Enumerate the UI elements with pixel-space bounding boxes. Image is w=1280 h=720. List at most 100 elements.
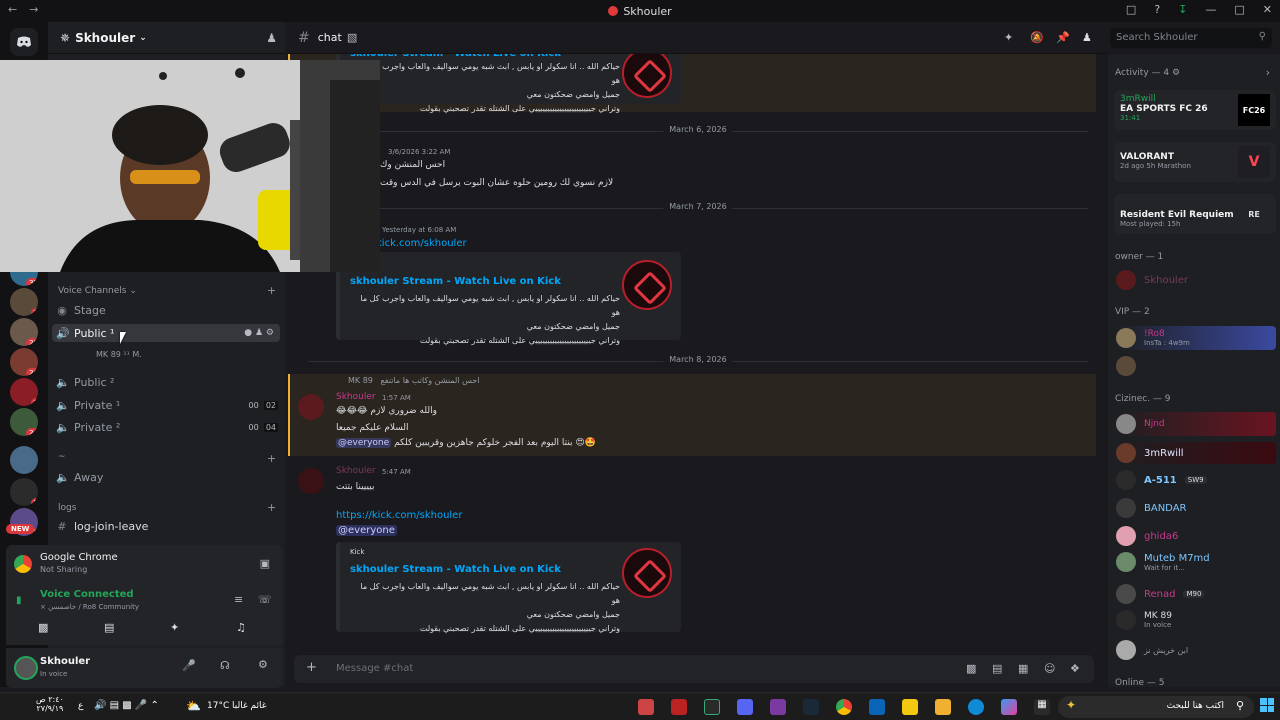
voice-location[interactable]: × خاصمسن / Ro8 Community [40, 603, 139, 611]
add-channel-icon[interactable]: + [267, 452, 276, 465]
member-item[interactable]: A-511 SW9 [1116, 470, 1276, 490]
headphones-icon[interactable]: ☊ [220, 659, 230, 672]
maximize-button[interactable]: □ [1234, 3, 1244, 16]
inbox-icon[interactable]: □ [1126, 3, 1136, 16]
member-item[interactable]: Muteb M7md Wait for it... [1116, 552, 1276, 572]
everyone-mention[interactable]: @everyone [336, 525, 397, 536]
back-arrow-icon[interactable]: ← [8, 3, 17, 16]
outlook-icon[interactable] [869, 699, 885, 715]
app-icon[interactable] [638, 699, 654, 715]
gift-icon[interactable]: ▩ [966, 662, 976, 675]
channel-log-join-leave[interactable]: # log-join-leave [56, 520, 148, 533]
weather-temp[interactable]: 17°C [207, 701, 229, 711]
reply-preview[interactable]: MK 89 احس المنشن وكاتب ها ماتنفع [348, 376, 480, 385]
soundboard-icon[interactable]: ♫ [236, 621, 246, 634]
voice-user[interactable]: MK 89 ¹¹ M. [96, 350, 142, 359]
apps-icon[interactable]: ❖ [1070, 662, 1080, 675]
discord-home-button[interactable] [10, 28, 38, 56]
sticker-icon[interactable]: ▦ [1018, 662, 1028, 675]
noise-suppression-icon[interactable]: ≡ [234, 593, 243, 606]
app-icon[interactable] [671, 699, 687, 715]
forward-arrow-icon[interactable]: → [29, 3, 38, 16]
member-item[interactable]: Njnd [1116, 412, 1276, 436]
add-channel-icon[interactable]: + [267, 284, 276, 297]
member-list-icon[interactable]: ♟ [1082, 31, 1092, 44]
username[interactable]: Skhouler [40, 656, 90, 667]
message-author[interactable]: Skhouler [336, 392, 376, 402]
misc-category[interactable]: ~ [58, 452, 66, 462]
mute-notifications-icon[interactable]: 🔕 [1030, 31, 1044, 44]
attach-plus-icon[interactable]: + [306, 660, 317, 675]
message-composer[interactable]: + Message #chat ▩ ▤ ▦ ☺ ❖ [294, 655, 1094, 683]
link-embed[interactable]: Kick skhouler Stream - Watch Live on Kic… [336, 542, 681, 633]
chrome-icon[interactable] [836, 699, 852, 715]
app-icon[interactable] [902, 699, 918, 715]
steam-icon[interactable] [803, 699, 819, 715]
app-icon[interactable] [704, 699, 720, 715]
clock[interactable]: ٢:٤٠ ص ٢٧/٩/١٩ [36, 695, 64, 713]
screen-share-icon[interactable]: ▤ [104, 621, 114, 634]
search-input[interactable]: Search Skhouler ⚲ [1110, 28, 1272, 48]
start-button[interactable] [1260, 698, 1274, 712]
copilot-icon[interactable] [1001, 699, 1017, 715]
member-item[interactable]: ghida6 [1116, 526, 1276, 546]
avatar[interactable] [298, 394, 324, 420]
edge-icon[interactable] [968, 699, 984, 715]
add-channel-icon[interactable]: + [267, 501, 276, 514]
embed-title[interactable]: skhouler Stream - Watch Live on Kick [350, 564, 561, 575]
embed-title[interactable]: skhouler Stream - Watch Live on Kick [350, 276, 561, 287]
server-icon[interactable]: 28 [10, 318, 38, 346]
channel-stage[interactable]: ◉ Stage [56, 304, 106, 317]
gif-icon[interactable]: ▤ [992, 662, 1002, 675]
channel-actions-icons[interactable]: ● ♟ ⚙ [244, 328, 274, 338]
file-explorer-icon[interactable] [935, 699, 951, 715]
threads-icon[interactable]: ✦ [1004, 31, 1013, 44]
member-item[interactable]: !Ro8 InsTa : 4w9m [1116, 326, 1276, 350]
thread-icon[interactable]: ▧ [347, 31, 357, 44]
chevron-right-icon[interactable]: › [1266, 66, 1270, 79]
server-icon[interactable]: 5 [10, 478, 38, 506]
discord-taskbar-icon[interactable] [737, 699, 753, 715]
activity-card[interactable]: Resident Evil Requiem Most played: 15h R… [1114, 194, 1276, 234]
channel-public-2[interactable]: 🔈 Public ² [56, 376, 114, 389]
app-icon[interactable] [770, 699, 786, 715]
voice-status[interactable]: Voice Connected [40, 589, 134, 600]
channel-away[interactable]: 🔈 Away [56, 471, 103, 484]
camera-off-icon[interactable]: ▩ [38, 621, 48, 634]
stream-settings-icon[interactable]: ▣ [260, 557, 270, 570]
pin-icon[interactable]: 📌 [1056, 31, 1070, 44]
language-indicator[interactable]: ع [78, 701, 83, 711]
logs-category[interactable]: logs [58, 503, 76, 513]
activities-icon[interactable]: ✦ [170, 621, 179, 634]
message-link[interactable]: https://kick.com/skhouler [336, 510, 462, 521]
member-item[interactable]: BANDAR [1116, 498, 1276, 518]
voice-channels-category[interactable]: Voice Channels ⌄ [58, 286, 137, 296]
channel-private-1[interactable]: 🔈 Private ¹ 00 02 [56, 399, 278, 412]
help-icon[interactable]: ? [1154, 3, 1160, 16]
minimize-button[interactable]: — [1205, 3, 1216, 16]
server-icon[interactable]: 24 [10, 408, 38, 436]
emoji-icon[interactable]: ☺ [1044, 662, 1055, 675]
disconnect-icon[interactable]: ☏ [258, 593, 272, 606]
member-item[interactable]: Renad M90 [1116, 584, 1276, 604]
server-header[interactable]: ✵ Skhouler ⌄ ♟ [48, 22, 285, 54]
activity-card[interactable]: VALORANT 2d ago 5h Marathon V [1114, 142, 1276, 182]
taskbar-search[interactable]: ✦ اكتب هنا للبحث ⚲ [1058, 696, 1254, 718]
member-item[interactable]: 3mRwill [1116, 442, 1276, 464]
member-item[interactable]: MK 89 In voice [1116, 610, 1276, 630]
tray-icons[interactable]: 🔊 ▤ ▩ 🎤 ⌃ [94, 700, 159, 711]
task-view-icon[interactable]: ▦ [1034, 699, 1050, 715]
server-icon[interactable]: 26 [10, 348, 38, 376]
download-icon[interactable]: ↧ [1178, 3, 1187, 16]
settings-gear-icon[interactable]: ⚙ [258, 658, 268, 671]
invite-people-icon[interactable]: ♟ [266, 31, 277, 45]
microphone-icon[interactable]: 🎤 [182, 659, 196, 672]
message-author[interactable]: Skhouler [336, 466, 376, 476]
everyone-mention[interactable]: @everyone [336, 438, 392, 448]
member-item[interactable]: Skhouler [1116, 270, 1276, 290]
member-item[interactable]: ابن خريش نز [1116, 640, 1276, 660]
avatar[interactable] [14, 656, 38, 680]
embed-title[interactable]: skhouler Stream - Watch Live on Kick [350, 54, 561, 59]
message-link[interactable]: kick.com/skhouler [376, 238, 467, 249]
close-button[interactable]: ✕ [1263, 3, 1272, 16]
